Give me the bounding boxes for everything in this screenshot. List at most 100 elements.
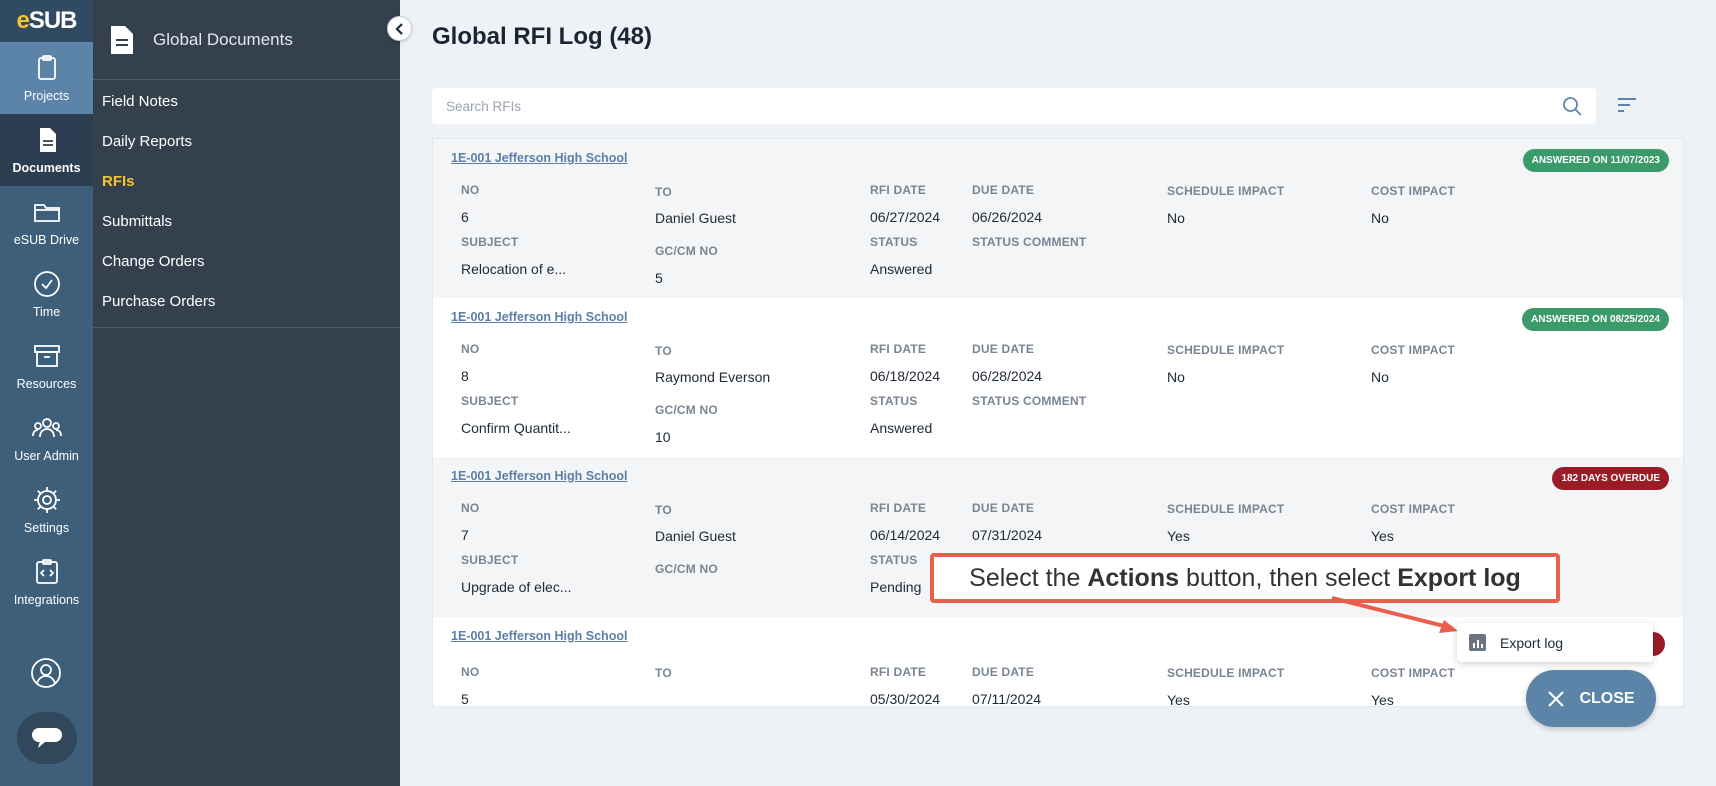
project-link[interactable]: 1E-001 Jefferson High School xyxy=(451,629,627,643)
status-badge: ANSWERED ON 11/07/2023 xyxy=(1522,149,1669,172)
subnav-item-rfis[interactable]: RFIs xyxy=(93,162,400,202)
to-value: Daniel Guest xyxy=(655,528,736,544)
user-avatar-icon[interactable] xyxy=(30,657,62,689)
subnav-list: Field Notes Daily Reports RFIs Submittal… xyxy=(93,82,400,328)
subject-value: Relocation of e... xyxy=(461,261,567,277)
due-date-value: 06/28/2024 xyxy=(972,368,1043,384)
no-label: NO xyxy=(461,501,480,515)
no-label: NO xyxy=(461,342,480,356)
rfi-date-label: RFI DATE xyxy=(870,342,927,356)
search-icon[interactable] xyxy=(1562,96,1582,116)
subnav-item-daily-reports[interactable]: Daily Reports xyxy=(93,122,400,162)
cost-impact-value: No xyxy=(1371,369,1389,385)
project-link[interactable]: 1E-001 Jefferson High School xyxy=(451,151,627,165)
gc-cm-no-label: GC/CM NO xyxy=(655,562,718,576)
schedule-impact-value: No xyxy=(1167,210,1185,226)
rfi-date-label: RFI DATE xyxy=(870,501,927,515)
search-box xyxy=(432,88,1596,124)
due-date-value: 07/11/2024 xyxy=(972,691,1042,707)
rfi-date-label: RFI DATE xyxy=(870,665,927,679)
schedule-impact-label: SCHEDULE IMPACT xyxy=(1167,666,1285,680)
due-date-label: DUE DATE xyxy=(972,183,1035,197)
status-label: STATUS xyxy=(870,553,918,567)
subnav-item-change-orders[interactable]: Change Orders xyxy=(93,242,400,282)
rail-label: Projects xyxy=(23,89,70,103)
rail-label: Documents xyxy=(12,161,81,175)
rail-label: Settings xyxy=(23,521,70,535)
subject-label: SUBJECT xyxy=(461,235,519,249)
users-icon xyxy=(31,418,62,438)
to-label: TO xyxy=(655,666,672,680)
folder-icon xyxy=(33,204,60,222)
rfi-card[interactable]: 1E-001 Jefferson High School ANSWERED ON… xyxy=(433,298,1683,458)
cost-impact-label: COST IMPACT xyxy=(1371,343,1455,357)
status-badge: 182 DAYS OVERDUE xyxy=(1552,467,1669,490)
chat-button[interactable] xyxy=(17,712,77,764)
search-input[interactable] xyxy=(446,88,1546,124)
page-title: Global RFI Log (48) xyxy=(432,23,652,50)
rail-item-time[interactable]: Time xyxy=(0,258,93,330)
rfi-date-value: 06/18/2024 xyxy=(870,368,941,384)
chevron-left-icon xyxy=(394,22,403,35)
status-comment-label: STATUS COMMENT xyxy=(972,394,1087,408)
schedule-impact-label: SCHEDULE IMPACT xyxy=(1167,502,1285,516)
status-value: Pending xyxy=(870,579,922,595)
subject-label: SUBJECT xyxy=(461,394,519,408)
icon-rail: eSUB Projects Documents eSUB Drive Time … xyxy=(0,0,93,786)
clock-icon xyxy=(33,271,60,297)
rfi-card[interactable]: 1E-001 Jefferson High School ANSWERED ON… xyxy=(433,139,1683,299)
no-value: 7 xyxy=(461,527,469,543)
esub-logo[interactable]: eSUB xyxy=(0,0,93,42)
rail-item-resources[interactable]: Resources xyxy=(0,330,93,402)
due-date-label: DUE DATE xyxy=(972,501,1035,515)
document-icon xyxy=(111,25,133,54)
integration-icon xyxy=(35,559,58,584)
rail-item-esub-drive[interactable]: eSUB Drive xyxy=(0,186,93,258)
cost-impact-label: COST IMPACT xyxy=(1371,502,1455,516)
rfi-list: 1E-001 Jefferson High School ANSWERED ON… xyxy=(432,138,1684,707)
subnav-item-field-notes[interactable]: Field Notes xyxy=(93,82,400,122)
close-button[interactable]: CLOSE xyxy=(1526,670,1656,727)
rail-item-projects[interactable]: Projects xyxy=(0,42,93,114)
callout-arrow xyxy=(1331,596,1458,633)
rail-label: User Admin xyxy=(14,449,79,463)
export-log-menu-item[interactable]: Export log xyxy=(1457,623,1653,662)
rail-label: Time xyxy=(32,305,61,319)
rfi-date-value: 05/30/2024 xyxy=(870,691,941,707)
close-label: CLOSE xyxy=(1579,689,1635,707)
rail-item-documents[interactable]: Documents xyxy=(0,114,93,186)
rail-item-settings[interactable]: Settings xyxy=(0,474,93,546)
cost-impact-label: COST IMPACT xyxy=(1371,666,1455,680)
gear-icon xyxy=(33,487,60,513)
gc-cm-no-value: 10 xyxy=(655,429,671,445)
subnav-item-purchase-orders[interactable]: Purchase Orders xyxy=(93,282,400,322)
gc-cm-no-label: GC/CM NO xyxy=(655,244,718,258)
rfi-date-value: 06/14/2024 xyxy=(870,527,941,543)
rail-item-integrations[interactable]: Integrations xyxy=(0,546,93,618)
schedule-impact-value: Yes xyxy=(1167,528,1190,544)
rail-item-user-admin[interactable]: User Admin xyxy=(0,402,93,474)
rfi-date-value: 06/27/2024 xyxy=(870,209,941,225)
to-value: Raymond Everson xyxy=(655,369,771,385)
rail-label: eSUB Drive xyxy=(13,233,80,247)
subnav-item-submittals[interactable]: Submittals xyxy=(93,202,400,242)
sort-filter-icon[interactable] xyxy=(1616,94,1638,116)
collapse-sidebar-button[interactable] xyxy=(387,16,412,41)
schedule-impact-label: SCHEDULE IMPACT xyxy=(1167,184,1285,198)
project-link[interactable]: 1E-001 Jefferson High School xyxy=(451,469,627,483)
subject-value: Upgrade of elec... xyxy=(461,579,572,595)
subnav-header: Global Documents xyxy=(93,0,400,80)
schedule-impact-label: SCHEDULE IMPACT xyxy=(1167,343,1285,357)
no-value: 5 xyxy=(461,691,469,707)
callout-text: Select the Actions button, then select E… xyxy=(969,563,1521,592)
no-label: NO xyxy=(461,665,480,679)
to-label: TO xyxy=(655,185,672,199)
no-value: 6 xyxy=(461,209,469,225)
rail-label: Integrations xyxy=(13,593,80,607)
cost-impact-value: No xyxy=(1371,210,1389,226)
project-link[interactable]: 1E-001 Jefferson High School xyxy=(451,310,627,324)
no-value: 8 xyxy=(461,368,469,384)
due-date-value: 07/31/2024 xyxy=(972,527,1043,543)
close-icon xyxy=(1548,690,1565,707)
subject-label: SUBJECT xyxy=(461,553,519,567)
